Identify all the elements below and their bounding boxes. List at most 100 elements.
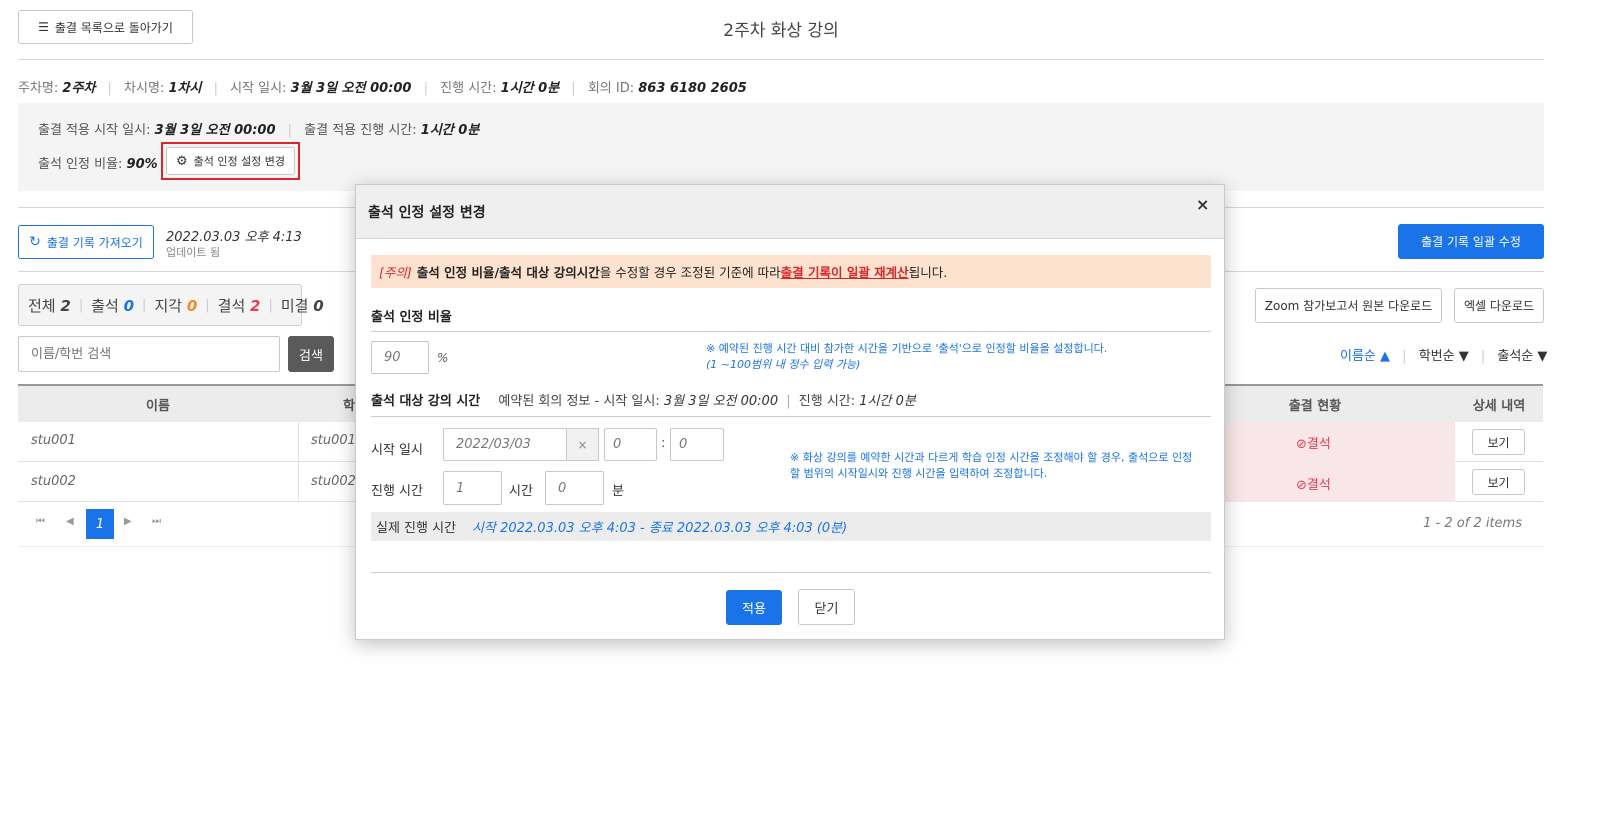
close-icon[interactable]: ×	[1196, 195, 1209, 214]
clear-date-icon[interactable]: ×	[567, 428, 599, 461]
modal-footer-divider	[371, 572, 1211, 573]
row-id: stu001	[311, 433, 356, 448]
attendance-summary: 전체 2 | 출석 0 | 지각 0 | 결석 2 | 미결 0	[18, 284, 324, 326]
reserved-duration: 1시간 0분	[859, 394, 916, 409]
modal-title: 출석 인정 설정 변경	[368, 205, 486, 221]
start-hour-input[interactable]: 0	[604, 428, 657, 461]
row-name: stu002	[31, 474, 76, 489]
excel-download-button[interactable]: 엑셀 다운로드	[1454, 288, 1544, 323]
refresh-icon: ↻	[29, 234, 41, 250]
modal-header: 출석 인정 설정 변경 ×	[356, 185, 1224, 239]
zoom-download-button[interactable]: Zoom 참가보고서 원본 다운로드	[1255, 288, 1442, 323]
search-button[interactable]: 검색	[288, 336, 334, 372]
time-note-line-1: ※ 화상 강의를 예약한 시간과 다르게 학습 인정 시간을 조정해야 할 경우…	[790, 451, 1193, 464]
duration-label: 진행 시간:	[440, 81, 497, 96]
settings-modal: 출석 인정 설정 변경 × [주의] 출석 인정 비율/출석 대상 강의시간 을…	[355, 184, 1225, 640]
fetch-records-button[interactable]: ↻ 출결 기록 가져오기	[18, 225, 154, 259]
column-header-id[interactable]: 학	[343, 395, 355, 414]
warning-bold-text: 출석 인정 비율/출석 대상 강의시간	[416, 265, 600, 280]
time-note-line-2: 할 범위의 시작일시와 진행 시간을 입력하여 조정합니다.	[790, 467, 1048, 480]
column-header-detail[interactable]: 상세 내역	[1455, 395, 1543, 414]
ratio-note-line-1: ※ 예약된 진행 시간 대비 참가한 시간을 기반으로 '출석'으로 인정할 비…	[706, 342, 1108, 355]
column-header-status[interactable]: 출결 현황	[1225, 395, 1405, 414]
summary-absent[interactable]: 결석 2	[218, 295, 261, 316]
minutes-unit: 분	[612, 484, 624, 499]
change-settings-button[interactable]: ⚙ 출석 인정 설정 변경	[166, 147, 295, 175]
meeting-id-label: 회의 ID:	[587, 81, 635, 96]
ratio-value: 90%	[126, 157, 158, 172]
first-page-icon[interactable]: ⏮	[36, 516, 45, 527]
page-title: 2주차 화상 강의	[723, 21, 839, 41]
status-absent: ⊘결석	[1296, 437, 1331, 452]
prev-page-icon[interactable]: ◀	[66, 516, 74, 527]
reserved-start: 3월 3일 오전 00:00	[663, 394, 779, 409]
search-input[interactable]	[18, 336, 280, 372]
apply-duration-label: 출결 적용 진행 시간:	[304, 123, 417, 138]
warning-banner: [주의] 출석 인정 비율/출석 대상 강의시간 을 수정할 경우 조정된 기준…	[371, 255, 1211, 288]
start-date-input[interactable]: 2022/03/03	[443, 428, 567, 461]
ratio-section-title: 출석 인정 비율	[371, 310, 452, 325]
apply-start-label: 출결 적용 시작 일시:	[38, 123, 151, 138]
summary-late[interactable]: 지각 0	[154, 295, 197, 316]
time-section-title: 출석 대상 강의 시간	[371, 394, 481, 409]
close-button[interactable]: 닫기	[798, 589, 855, 625]
sort-options: 이름순 ▲ | 학번순 ▼ | 출석순 ▼	[1340, 349, 1548, 364]
start-value: 3월 3일 오전 00:00	[290, 81, 412, 96]
ratio-input[interactable]: 90	[371, 341, 429, 374]
status-cell-bg	[1225, 462, 1455, 502]
change-settings-label: 출석 인정 설정 변경	[193, 155, 286, 168]
sort-by-id[interactable]: 학번순 ▼	[1419, 349, 1469, 364]
view-detail-button[interactable]: 보기	[1472, 429, 1525, 455]
summary-unchecked[interactable]: 미결 0	[281, 295, 324, 316]
duration-minutes-input[interactable]: 0	[545, 471, 604, 505]
actual-time-label: 실제 진행 시간	[376, 521, 457, 536]
duration-value: 1시간 0분	[500, 81, 560, 96]
ratio-divider	[371, 331, 1211, 332]
reserved-info-prefix: 예약된 회의 정보 - 시작 일시:	[498, 394, 660, 409]
last-page-icon[interactable]: ⏭	[152, 516, 161, 527]
start-minute-input[interactable]: 0	[670, 428, 724, 461]
sort-by-attendance[interactable]: 출석순 ▼	[1497, 349, 1547, 364]
start-datetime-label: 시작 일시	[371, 443, 423, 458]
meeting-meta: 주차명: 2주차 | 차시명: 1차시 | 시작 일시: 3월 3일 오전 00…	[18, 81, 747, 96]
actual-time-value: 시작 2022.03.03 오후 4:03 - 종료 2022.03.03 오후…	[472, 521, 848, 536]
bulk-edit-button[interactable]: 출결 기록 일괄 수정	[1398, 224, 1544, 259]
warning-end-text: 됩니다.	[908, 265, 948, 280]
pager-info: 1 - 2 of 2 items	[1423, 516, 1522, 531]
updated-time: 2022.03.03 오후 4:13	[166, 230, 302, 245]
gear-icon: ⚙	[175, 153, 188, 169]
view-detail-button[interactable]: 보기	[1472, 469, 1525, 495]
ratio-info: 출석 인정 비율: 90%	[38, 153, 158, 172]
apply-button-label: 적용	[742, 602, 766, 617]
warning-prefix: [주의]	[379, 265, 412, 280]
column-header-name[interactable]: 이름	[18, 395, 298, 414]
bulk-edit-label: 출결 기록 일괄 수정	[1421, 235, 1521, 249]
status-absent: ⊘결석	[1296, 478, 1331, 493]
updated-label: 업데이트 됨	[166, 246, 221, 259]
fetch-records-label: 출결 기록 가져오기	[46, 235, 143, 250]
time-section-header: 출석 대상 강의 시간 예약된 회의 정보 - 시작 일시: 3월 3일 오전 …	[371, 394, 916, 409]
page-current[interactable]: 1	[86, 509, 114, 539]
zoom-download-label: Zoom 참가보고서 원본 다운로드	[1264, 299, 1433, 313]
summary-present[interactable]: 출석 0	[91, 295, 134, 316]
apply-button[interactable]: 적용	[726, 590, 782, 625]
summary-total[interactable]: 전체 2	[28, 295, 71, 316]
actual-time-box: 실제 진행 시간 시작 2022.03.03 오후 4:03 - 종료 2022…	[371, 512, 1211, 541]
session-value: 1차시	[168, 81, 202, 96]
session-label: 차시명:	[124, 81, 165, 96]
time-divider	[371, 416, 1211, 417]
reserved-duration-label: 진행 시간:	[798, 394, 856, 409]
sort-by-name[interactable]: 이름순 ▲	[1340, 349, 1390, 364]
time-colon: :	[661, 436, 666, 451]
warning-mid-text: 을 수정할 경우 조정된 기준에 따라	[599, 265, 781, 280]
ratio-note-line-2: (1 ~100범위 내 정수 입력 가능)	[706, 358, 861, 371]
excel-download-label: 엑셀 다운로드	[1463, 299, 1535, 313]
week-label: 주차명:	[18, 81, 59, 96]
week-value: 2주차	[62, 81, 96, 96]
duration-hours-input[interactable]: 1	[443, 471, 502, 505]
ratio-label: 출석 인정 비율:	[38, 157, 123, 172]
row-name: stu001	[31, 433, 76, 448]
next-page-icon[interactable]: ▶	[124, 516, 132, 527]
time-note: ※ 화상 강의를 예약한 시간과 다르게 학습 인정 시간을 조정해야 할 경우…	[790, 450, 1192, 482]
warning-highlight: 출결 기록이 일괄 재계산	[780, 265, 909, 280]
